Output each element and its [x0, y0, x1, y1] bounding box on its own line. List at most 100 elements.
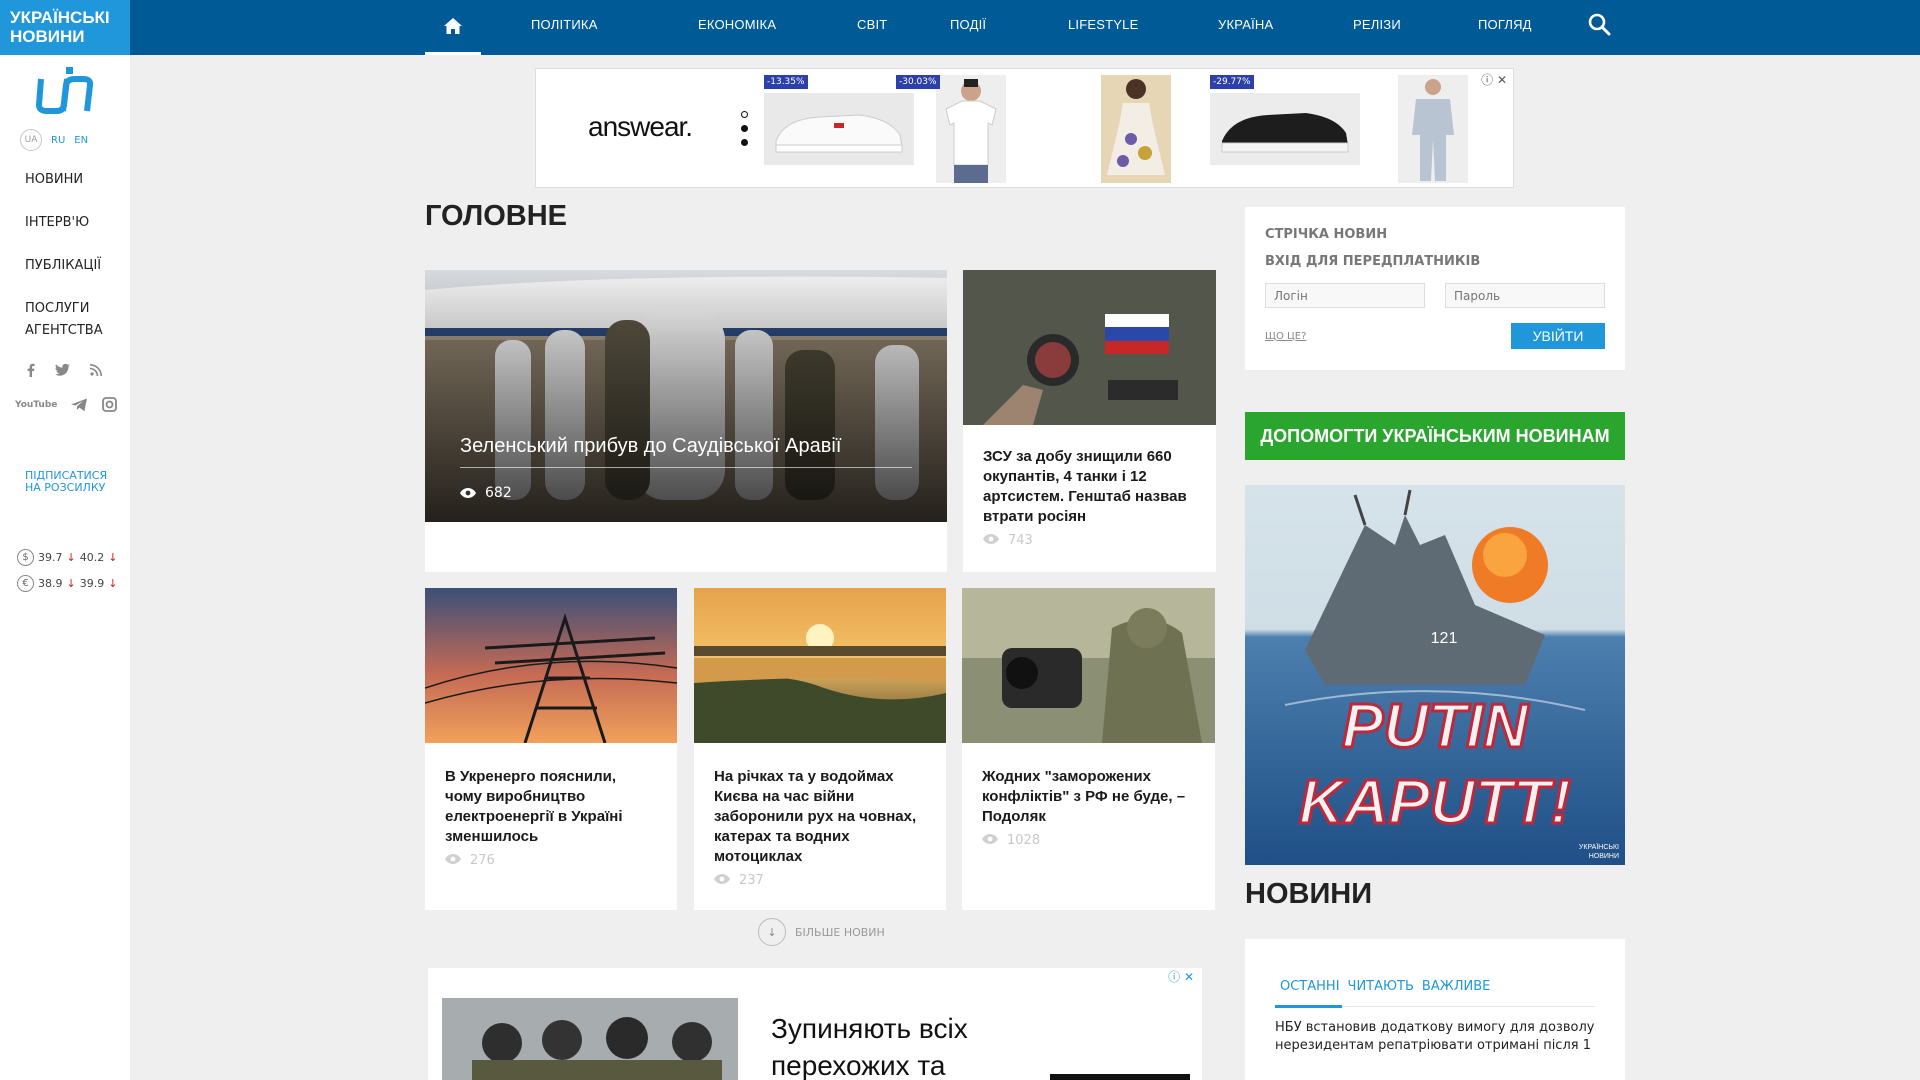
subscriber-login-title: ВХІД ДЛЯ ПЕРЕДПЛАТНИКІВ [1265, 254, 1481, 269]
story-card-1[interactable]: В Укренерго пояснили, чому виробництво е… [424, 588, 678, 910]
brand-line-1: УКРАЇНСЬКІ [10, 8, 110, 27]
twitter-icon[interactable] [55, 364, 70, 376]
password-input[interactable] [1445, 283, 1605, 308]
nav-releases[interactable]: РЕЛІЗИ [1353, 17, 1401, 32]
side-story-photo[interactable] [963, 270, 1216, 425]
ad-product-tracksuit[interactable] [1398, 75, 1468, 183]
poster-logo-line-2: НОВИНИ [1589, 853, 1619, 860]
language-switcher: UA RU EN [20, 129, 130, 151]
what-is-this-link[interactable]: ЩО ЦЕ? [1265, 331, 1306, 342]
nav-economy[interactable]: ЕКОНОМІКА [698, 17, 776, 32]
facebook-icon[interactable] [26, 363, 35, 377]
down-arrow-icon: ↓ [758, 918, 786, 946]
poster-logo-line-1: УКРАЇНСЬКІ [1579, 843, 1619, 851]
news-feed-link[interactable]: СТРІЧКА НОВИН [1265, 227, 1605, 242]
story-3-views: 1028 [982, 833, 1195, 848]
eye-icon [714, 873, 730, 888]
ad-product-sneaker-black[interactable]: -29.77% [1210, 75, 1360, 183]
ad-bottom-line-2: перехожих та [771, 1050, 946, 1080]
ad-product-sneaker-white[interactable]: -13.35% [764, 75, 914, 183]
story-3-title[interactable]: Жодних "заморожених конфліктів" з РФ не … [982, 767, 1195, 827]
nav-opinion[interactable]: ПОГЛЯД [1478, 17, 1532, 32]
eye-icon [982, 833, 998, 848]
story-card-3[interactable]: Жодних "заморожених конфліктів" з РФ не … [962, 588, 1215, 910]
eye-icon [983, 533, 999, 548]
subscribe-newsletter-link[interactable]: ПІДПИСАТИСЯ НА РОЗСИЛКУ [25, 470, 125, 494]
brand-logo-text[interactable]: УКРАЇНСЬКІ НОВИНИ [0, 0, 130, 55]
top-navigation: ПОЛІТИКА ЕКОНОМІКА СВІТ ПОДІЇ LIFESTYLE … [130, 0, 1920, 55]
ad-brand-logo[interactable]: answear. [588, 111, 693, 143]
dollar-icon: $ [17, 548, 34, 566]
hero-title[interactable]: Зеленський прибув до Саудівської Аравії [460, 435, 841, 458]
telegram-icon[interactable] [71, 398, 88, 412]
ad-close-icon[interactable]: ⓘ ✕ [1481, 71, 1507, 88]
story-2-title[interactable]: На річках та у водоймах Києва на час вій… [714, 767, 926, 867]
search-icon[interactable] [1587, 12, 1613, 38]
news-list-item[interactable]: НБУ встановив додаткову вимогу для дозво… [1275, 1019, 1595, 1055]
story-1-views: 276 [445, 853, 657, 868]
nav-events[interactable]: ПОДІЇ [950, 17, 986, 32]
usd-buy: 39.7 [38, 550, 63, 564]
donate-button[interactable]: ДОПОМОГТИ УКРАЇНСЬКИМ НОВИНАМ [1245, 412, 1625, 460]
ad-banner-top[interactable]: answear. -13.35% -30.03% -29.77% ⓘ ✕ [535, 68, 1514, 188]
nav-world[interactable]: СВІТ [857, 17, 887, 32]
story-3-view-count: 1028 [1007, 833, 1041, 848]
side-story-title[interactable]: ЗСУ за добу знищили 660 окупантів, 4 тан… [983, 447, 1196, 527]
home-icon[interactable] [425, 0, 481, 55]
more-news-button[interactable]: ↓ БІЛЬШЕ НОВИН [758, 918, 885, 946]
ad-carousel-dots[interactable] [741, 111, 748, 146]
nav-ukraine[interactable]: УКРАЇНА [1218, 17, 1273, 32]
lang-ru[interactable]: RU [51, 135, 65, 146]
tab-important[interactable]: ВАЖЛИВЕ [1422, 979, 1490, 994]
ad-product-dress[interactable] [1101, 75, 1171, 183]
hero-view-count: 682 [485, 485, 512, 501]
putin-kaputt-poster[interactable]: 121 PUTIN KAPUTT! УКРАЇНСЬКІ НОВИНИ [1245, 485, 1625, 865]
lang-en[interactable]: EN [74, 135, 88, 146]
currency-rates: $ 39.7 ↓ 40.2 ↓ € 38.9 ↓ 39.9 ↓ [17, 544, 130, 596]
story-1-photo[interactable] [424, 588, 678, 744]
down-arrow-icon: ↓ [66, 550, 76, 564]
rss-icon[interactable] [90, 364, 102, 376]
un-logo-icon[interactable] [33, 65, 97, 117]
story-1-title[interactable]: В Укренерго пояснили, чому виробництво е… [445, 767, 657, 847]
active-tab-indicator [1275, 1005, 1342, 1008]
login-footer: ЩО ЦЕ? УВІЙТИ [1265, 323, 1605, 349]
tab-latest[interactable]: ОСТАННІ [1280, 979, 1340, 994]
sidebar-item-agency-services[interactable]: ПОСЛУГИ АГЕНТСТВА [0, 298, 110, 342]
nav-lifestyle[interactable]: LIFESTYLE [1068, 17, 1138, 32]
sidebar-item-news[interactable]: НОВИНИ [0, 169, 130, 191]
ad-bottom-cta[interactable] [1050, 1074, 1190, 1080]
down-arrow-icon: ↓ [108, 576, 118, 590]
instagram-icon[interactable] [102, 397, 118, 412]
story-1-view-count: 276 [470, 853, 495, 868]
login-input[interactable] [1265, 283, 1425, 308]
tab-reading[interactable]: ЧИТАЮТЬ [1348, 979, 1414, 994]
ad-banner-bottom[interactable]: Зупиняють всіх перехожих та ⓘ ✕ [428, 968, 1202, 1080]
sidebar-item-interviews[interactable]: ІНТЕРВ'Ю [0, 212, 130, 234]
nav-politics[interactable]: ПОЛІТИКА [531, 17, 598, 32]
ad-product-tshirt[interactable]: -30.03% [896, 75, 1006, 183]
hero-divider [460, 467, 912, 468]
ad-bottom-headline[interactable]: Зупиняють всіх перехожих та [771, 1010, 968, 1080]
youtube-icon[interactable]: YouTube [15, 400, 57, 410]
rate-usd: $ 39.7 ↓ 40.2 ↓ [17, 544, 130, 570]
side-story-card[interactable]: ЗСУ за добу знищили 660 окупантів, 4 тан… [963, 270, 1216, 572]
lang-ua[interactable]: UA [20, 129, 42, 151]
discount-badge: -30.03% [896, 75, 940, 89]
sidebar-item-publications[interactable]: ПУБЛІКАЦІЇ [0, 255, 130, 277]
news-tabs: ОСТАННІ ЧИТАЮТЬ ВАЖЛИВЕ [1275, 979, 1595, 1008]
story-3-photo[interactable] [962, 588, 1215, 743]
story-2-views: 237 [714, 873, 926, 888]
poster-illustration[interactable]: 121 PUTIN KAPUTT! УКРАЇНСЬКІ НОВИНИ [1245, 485, 1625, 865]
ad-close-icon[interactable]: ⓘ ✕ [1168, 968, 1194, 985]
news-feed: ОСТАННІ ЧИТАЮТЬ ВАЖЛИВЕ НБУ встановив до… [1245, 939, 1625, 1080]
left-sidebar: УКРАЇНСЬКІ НОВИНИ UA RU EN НОВИНИ ІНТЕРВ… [0, 0, 130, 1080]
hero-story[interactable]: Зеленський прибув до Саудівської Аравії … [425, 270, 947, 570]
login-button[interactable]: УВІЙТИ [1511, 323, 1605, 349]
story-card-2[interactable]: На річках та у водоймах Києва на час вій… [694, 588, 946, 910]
ad-bottom-photo[interactable] [442, 998, 738, 1080]
euro-icon: € [17, 574, 34, 592]
usd-sell: 40.2 [79, 550, 105, 564]
section-title-main: ГОЛОВНЕ [425, 200, 568, 232]
story-2-photo[interactable] [694, 588, 946, 743]
